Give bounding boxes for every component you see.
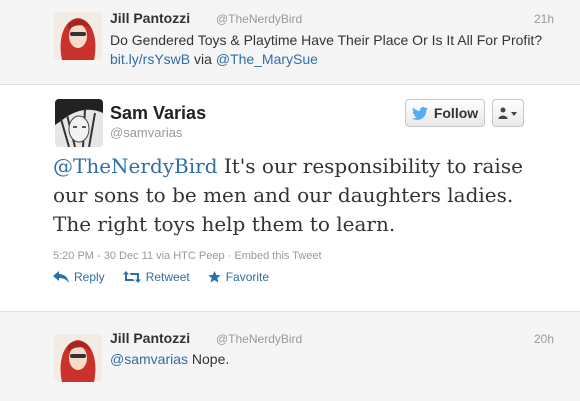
main-author-handle[interactable]: @samvarias — [110, 125, 182, 140]
main-tweet-text: @TheNerdyBird It's our responsibility to… — [53, 152, 533, 239]
jill-avatar[interactable] — [54, 12, 102, 60]
tweet-link[interactable]: bit.ly/rsYswB — [110, 51, 190, 67]
follow-button[interactable]: Follow — [405, 99, 485, 127]
reply-label: Reply — [74, 270, 105, 284]
retweet-icon — [122, 271, 141, 283]
tweet-author-name[interactable]: Jill Pantozzi — [110, 10, 190, 26]
favorite-action[interactable]: Favorite — [208, 270, 269, 284]
tweet-top[interactable]: Jill Pantozzi @TheNerdyBird 21h Do Gende… — [0, 0, 580, 85]
retweet-label: Retweet — [145, 270, 190, 284]
favorite-label: Favorite — [225, 270, 270, 284]
retweet-action[interactable]: Retweet — [122, 270, 190, 284]
tweet-body: Nope. — [188, 351, 230, 367]
main-tweet-mention[interactable]: @TheNerdyBird — [53, 154, 218, 178]
tweet-link-line: bit.ly/rsYswB via @The_MarySue — [110, 50, 318, 69]
twitter-bird-icon — [411, 106, 428, 120]
tweet-author-handle[interactable]: @TheNerdyBird — [216, 12, 302, 26]
via-word: via — [194, 51, 212, 67]
tweet-mention[interactable]: @samvarias — [110, 351, 188, 367]
main-author-name[interactable]: Sam Varias — [110, 103, 206, 124]
follow-label: Follow — [433, 105, 479, 121]
reply-icon — [53, 271, 69, 283]
user-actions-dropdown[interactable] — [492, 99, 524, 127]
tweet-actions: Reply Retweet Favorite — [53, 270, 287, 284]
via-handle[interactable]: @The_MarySue — [216, 51, 318, 67]
tweet-meta[interactable]: 5:20 PM - 30 Dec 11 via HTC Peep · Embed… — [53, 250, 322, 262]
user-dropdown-icon — [498, 107, 517, 119]
main-tweet: Sam Varias @samvarias Follow @TheNerdyBi… — [0, 85, 580, 311]
tweet-author-handle[interactable]: @TheNerdyBird — [216, 332, 302, 346]
sam-avatar[interactable] — [55, 99, 103, 147]
jill-avatar[interactable] — [54, 334, 102, 382]
reply-action[interactable]: Reply — [53, 270, 105, 284]
tweet-author-name[interactable]: Jill Pantozzi — [110, 330, 190, 346]
tweet-text: Do Gendered Toys & Playtime Have Their P… — [110, 32, 543, 48]
tweet-timestamp[interactable]: 21h — [534, 12, 554, 26]
star-icon — [208, 271, 221, 283]
tweet-bottom[interactable]: Jill Pantozzi @TheNerdyBird 20h @samvari… — [0, 311, 580, 401]
tweet-timestamp[interactable]: 20h — [534, 332, 554, 346]
tweet-text: @samvarias Nope. — [110, 350, 229, 369]
